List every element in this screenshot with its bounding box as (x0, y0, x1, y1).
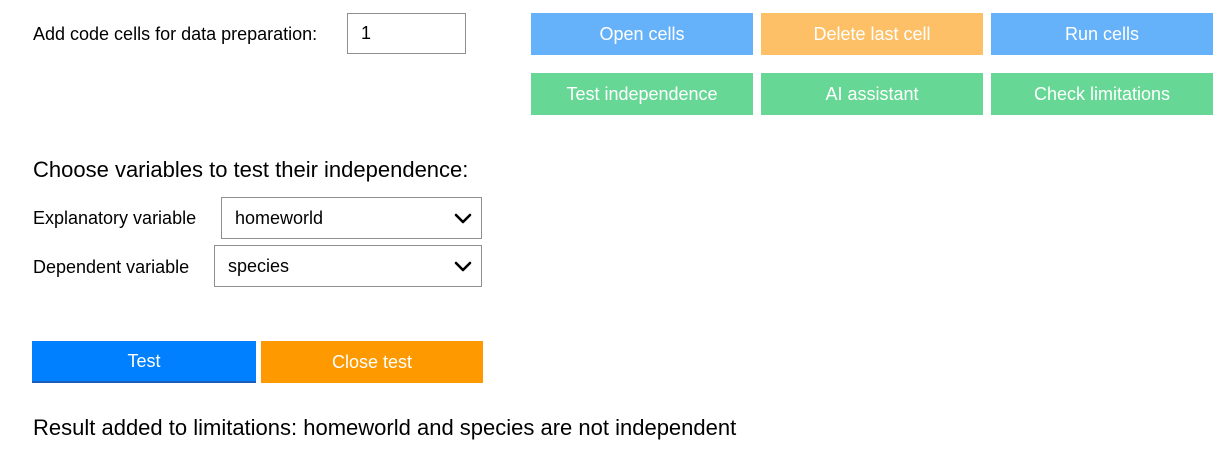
close-test-button[interactable]: Close test (261, 341, 483, 383)
delete-last-cell-button[interactable]: Delete last cell (761, 13, 983, 55)
code-cells-label: Add code cells for data preparation: (33, 24, 318, 44)
ai-assistant-button[interactable]: AI assistant (761, 73, 983, 115)
independence-heading: Choose variables to test their independe… (33, 157, 469, 182)
code-cells-count-input[interactable] (347, 13, 466, 54)
chevron-down-icon (454, 261, 472, 272)
test-result-text: Result added to limitations: homeworld a… (33, 415, 737, 440)
dependent-variable-label: Dependent variable (33, 257, 190, 277)
run-cells-button[interactable]: Run cells (991, 13, 1213, 55)
dependent-variable-select[interactable]: species (214, 245, 482, 287)
test-independence-button[interactable]: Test independence (531, 73, 753, 115)
test-button[interactable]: Test (32, 341, 256, 383)
dependent-variable-value: species (228, 255, 290, 276)
explanatory-variable-label: Explanatory variable (33, 208, 197, 228)
explanatory-variable-select[interactable]: homeworld (221, 197, 482, 239)
open-cells-button[interactable]: Open cells (531, 13, 753, 55)
explanatory-variable-value: homeworld (235, 207, 324, 228)
check-limitations-button[interactable]: Check limitations (991, 73, 1213, 115)
chevron-down-icon (454, 213, 472, 224)
